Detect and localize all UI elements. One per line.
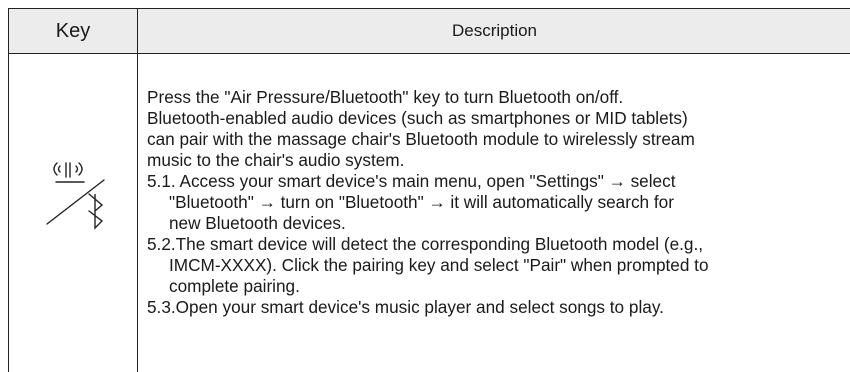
air-pressure-bluetooth-icon	[46, 162, 105, 230]
description-line: IMCM-XXXX). Click the pairing key and se…	[169, 255, 709, 275]
table-header: Key Description	[9, 9, 850, 54]
key-description-table: Key Description Press the "Air Pressure/…	[8, 8, 850, 372]
description-line: can pair with the massage chair's Blueto…	[147, 129, 695, 149]
description-line: Press the "Air Pressure/Bluetooth" key t…	[147, 87, 624, 107]
header-key: Key	[55, 20, 91, 42]
column-divider	[137, 9, 138, 372]
description-line: "Bluetooth" → turn on "Bluetooth" → it w…	[169, 192, 674, 212]
description-line: music to the chair's audio system.	[147, 150, 405, 170]
header-description: Description	[451, 21, 538, 40]
description-text: Press the "Air Pressure/Bluetooth" key t…	[147, 87, 847, 318]
description-line: complete pairing.	[169, 276, 300, 296]
description-line: 5.2.The smart device will detect the cor…	[147, 234, 704, 254]
description-line: new Bluetooth devices.	[169, 213, 346, 233]
description-line: 5.1. Access your smart device's main men…	[147, 171, 676, 191]
description-line: 5.3.Open your smart device's music playe…	[147, 297, 664, 317]
description-line: Bluetooth-enabled audio devices (such as…	[147, 108, 688, 128]
